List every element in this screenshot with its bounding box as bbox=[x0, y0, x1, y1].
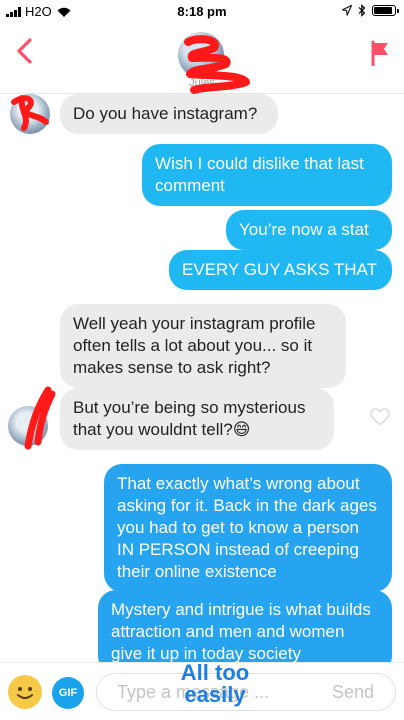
contact-avatar-small[interactable] bbox=[10, 94, 50, 134]
gif-button[interactable]: GIF bbox=[52, 677, 84, 709]
message-composer: GIF Send bbox=[0, 662, 404, 720]
chevron-left-icon[interactable] bbox=[12, 36, 36, 66]
battery-icon bbox=[372, 5, 399, 16]
flag-icon[interactable] bbox=[370, 40, 390, 66]
incoming-message[interactable]: But you’re being so mysterious that you … bbox=[60, 388, 334, 450]
bluetooth-icon bbox=[358, 4, 366, 17]
incoming-message[interactable]: Well yeah your instagram profile often t… bbox=[60, 304, 346, 388]
contact-avatar-small[interactable] bbox=[8, 406, 48, 446]
contact-avatar[interactable] bbox=[178, 32, 224, 78]
contact-name[interactable]: Jules bbox=[0, 77, 404, 89]
message-list[interactable]: Do you have instagram? Wish I could disl… bbox=[0, 94, 404, 662]
outgoing-message[interactable]: That exactly what’s wrong about asking f… bbox=[104, 464, 392, 592]
location-arrow-icon bbox=[342, 5, 352, 16]
incoming-message[interactable]: Do you have instagram? bbox=[60, 94, 278, 134]
heart-icon[interactable] bbox=[370, 408, 390, 426]
chat-header: Jules bbox=[0, 22, 404, 94]
send-button[interactable]: Send bbox=[332, 682, 374, 703]
smiley-face-icon[interactable] bbox=[8, 675, 42, 709]
outgoing-message[interactable]: Wish I could dislike that last comment bbox=[142, 144, 392, 206]
status-bar: H2O 8:18 pm bbox=[0, 0, 404, 22]
outgoing-message[interactable]: You’re now a stat bbox=[226, 210, 392, 250]
outgoing-message[interactable]: EVERY GUY ASKS THAT bbox=[169, 250, 392, 290]
outgoing-message[interactable]: Mystery and intrigue is what builds attr… bbox=[98, 590, 392, 662]
